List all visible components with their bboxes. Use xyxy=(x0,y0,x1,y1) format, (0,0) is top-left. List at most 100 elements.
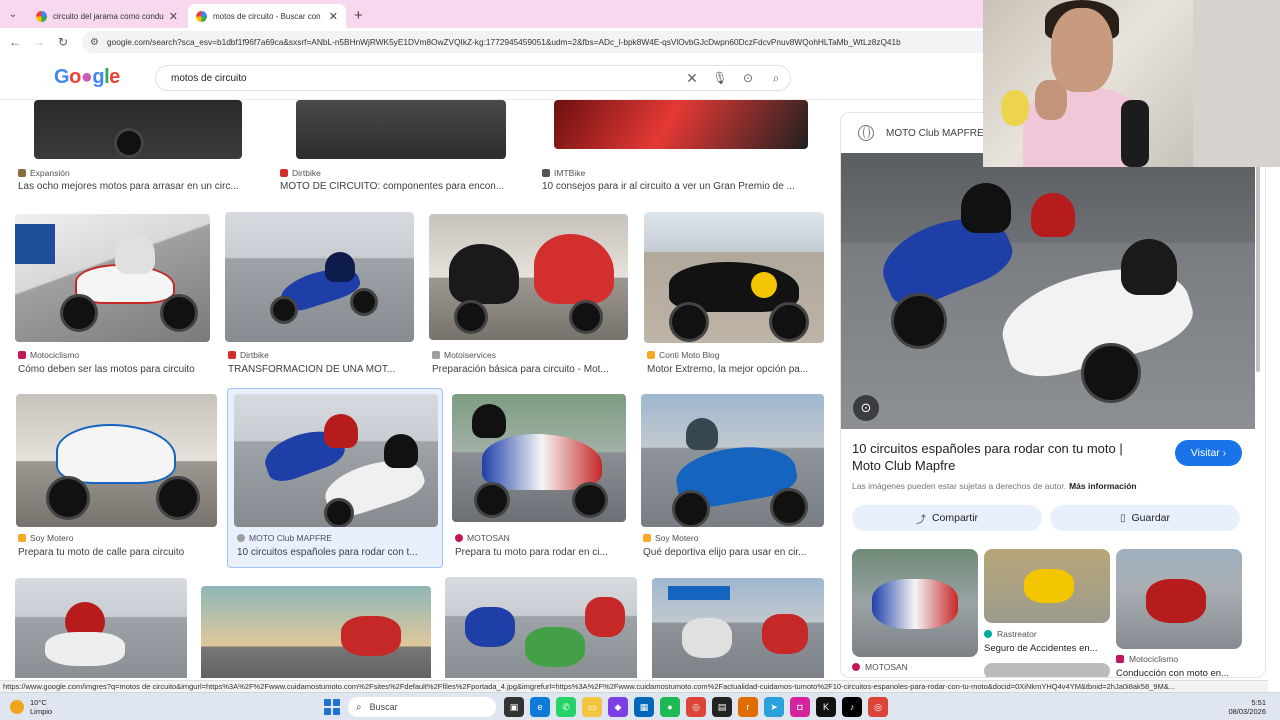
result-card[interactable]: MOTOSAN Prepara tu moto para rodar en ci… xyxy=(451,392,631,564)
result-card[interactable]: Expansión Las ocho mejores motos para ar… xyxy=(14,100,264,192)
result-image[interactable] xyxy=(15,214,210,342)
result-card[interactable] xyxy=(651,576,827,678)
result-source: IMTBike xyxy=(542,168,585,178)
rtve-icon[interactable]: r xyxy=(738,697,758,717)
result-image[interactable] xyxy=(296,100,506,159)
related-image[interactable] xyxy=(1116,549,1242,649)
google-doodle-logo[interactable]: Go●gle xyxy=(54,66,120,89)
camera-lens-icon[interactable]: ⊙ xyxy=(734,71,762,85)
search-box[interactable]: motos de circuito ✕ 🎙 ⊙ ⌕ xyxy=(155,65,791,91)
save-button[interactable]: ▯ Guardar xyxy=(1050,505,1240,531)
share-button[interactable]: ⤴ Compartir xyxy=(852,505,1042,531)
result-image[interactable] xyxy=(644,212,824,343)
search-icon: ⌕ xyxy=(356,701,362,713)
site-info-icon[interactable]: ⚙ xyxy=(90,37,99,48)
result-card[interactable] xyxy=(444,576,638,678)
result-card[interactable]: Motociclismo Cómo deben ser las motos pa… xyxy=(14,212,214,382)
address-bar[interactable]: ⚙ google.com/search?sca_esv=b1dbf1f96f7a… xyxy=(82,31,1002,53)
whatsapp-icon[interactable]: ✆ xyxy=(556,697,576,717)
tiktok-icon[interactable]: ♪ xyxy=(842,697,862,717)
copyright-notice: Las imágenes pueden estar sujetas a dere… xyxy=(852,481,1137,491)
clipchamp-icon[interactable]: ◆ xyxy=(608,697,628,717)
result-source: Soy Motero xyxy=(18,533,73,543)
result-card[interactable]: Conti Moto Blog Motor Extremo, la mejor … xyxy=(643,212,828,382)
more-info-link[interactable]: Más información xyxy=(1069,481,1137,491)
moon-icon xyxy=(10,700,24,714)
result-title: 10 consejos para ir al circuito a ver un… xyxy=(542,181,795,192)
result-card[interactable]: Soy Motero Prepara tu moto de calle para… xyxy=(14,392,222,564)
result-image[interactable] xyxy=(16,394,217,527)
result-card[interactable] xyxy=(14,576,188,678)
result-card[interactable]: Motoiservices Preparación básica para ci… xyxy=(428,212,633,382)
tab-search-icon[interactable]: ⌄ xyxy=(0,0,26,28)
kick-icon[interactable]: K xyxy=(816,697,836,717)
result-title: Las ocho mejores motos para arrasar en u… xyxy=(18,181,239,192)
result-title: Qué deportiva elijo para usar en cir... xyxy=(643,547,807,558)
panel-scrollbar[interactable] xyxy=(1254,112,1262,678)
result-image[interactable] xyxy=(34,100,242,159)
store-icon[interactable]: ▦ xyxy=(634,697,654,717)
file-explorer-icon[interactable]: ▭ xyxy=(582,697,602,717)
instagram-icon[interactable]: ◘ xyxy=(790,697,810,717)
related-title[interactable]: Conducción con moto en... xyxy=(1116,668,1229,677)
tab-motos-de-circuito[interactable]: motos de circuito - Buscar con ✕ xyxy=(188,4,346,28)
clear-icon[interactable]: ✕ xyxy=(678,70,706,87)
start-button-icon[interactable] xyxy=(324,699,340,715)
result-card[interactable]: Soy Motero Qué deportiva elijo para usar… xyxy=(639,392,829,564)
panel-site-name[interactable]: MOTO Club MAPFRE xyxy=(886,128,984,139)
result-source: MOTO Club MAPFRE xyxy=(237,533,332,543)
chrome-icon[interactable]: ◎ xyxy=(686,697,706,717)
preview-title[interactable]: 10 circuitos españoles para rodar con tu… xyxy=(852,440,1152,474)
google-lens-icon[interactable]: ⊙ xyxy=(853,395,879,421)
related-source: Rastreator xyxy=(984,629,1037,639)
chrome-profile-icon[interactable]: ◎ xyxy=(868,697,888,717)
temperature: 10°C xyxy=(30,698,47,707)
tab-label: circuito del jarama como condu xyxy=(53,11,164,21)
reload-icon[interactable]: ↻ xyxy=(51,35,75,49)
result-image[interactable] xyxy=(234,394,438,527)
result-image[interactable] xyxy=(15,578,187,678)
result-image[interactable] xyxy=(429,214,628,340)
result-card[interactable] xyxy=(200,576,432,678)
related-title[interactable]: Seguro de Accidentes en... xyxy=(984,643,1098,654)
result-card-selected[interactable]: MOTO Club MAPFRE 10 circuitos españoles … xyxy=(227,388,443,568)
new-tab-button[interactable]: + xyxy=(354,4,363,28)
edge-icon[interactable]: e xyxy=(530,697,550,717)
result-image[interactable] xyxy=(652,578,824,678)
result-card[interactable]: Dirtbike MOTO DE CIRCUITO: componentes p… xyxy=(276,100,526,192)
close-tab-icon[interactable]: ✕ xyxy=(329,10,338,23)
bookmark-icon: ▯ xyxy=(1119,512,1126,524)
taskbar-search[interactable]: ⌕ Buscar xyxy=(348,697,496,717)
preview-image[interactable]: ⊙ xyxy=(841,153,1255,429)
telegram-icon[interactable]: ➤ xyxy=(764,697,784,717)
search-input[interactable]: motos de circuito xyxy=(171,73,678,84)
image-preview-panel: MOTO Club MAPFRE ⊙ 10 circuitos españole… xyxy=(840,112,1266,678)
weather-widget[interactable]: 10°C Limpio xyxy=(10,698,52,716)
close-tab-icon[interactable]: ✕ xyxy=(169,10,178,23)
related-image[interactable] xyxy=(984,663,1110,677)
obs-icon[interactable]: ▤ xyxy=(712,697,732,717)
app-icon[interactable]: ● xyxy=(660,697,680,717)
webcam-overlay xyxy=(983,0,1280,167)
microphone-icon[interactable]: 🎙 xyxy=(706,71,734,85)
tab-circuito-jarama[interactable]: circuito del jarama como condu ✕ xyxy=(28,4,186,28)
result-source: Dirtbike xyxy=(228,350,269,360)
result-title: Cómo deben ser las motos para circuito xyxy=(18,364,195,375)
result-image[interactable] xyxy=(554,100,808,149)
visit-button[interactable]: Visitar › xyxy=(1175,440,1242,466)
task-view-icon[interactable]: ▣ xyxy=(504,697,524,717)
result-image[interactable] xyxy=(225,212,414,342)
back-arrow-icon[interactable]: ← xyxy=(3,35,27,49)
search-icon[interactable]: ⌕ xyxy=(762,71,790,86)
result-image[interactable] xyxy=(201,586,431,678)
forward-arrow-icon[interactable]: → xyxy=(27,35,51,49)
result-card[interactable]: Dirtbike TRANSFORMACION DE UNA MOT... xyxy=(224,212,418,382)
result-image[interactable] xyxy=(641,394,824,527)
result-source: Expansión xyxy=(18,168,70,178)
result-card[interactable]: IMTBike 10 consejos para ir al circuito … xyxy=(538,100,828,192)
related-image[interactable] xyxy=(984,549,1110,623)
result-image[interactable] xyxy=(452,394,626,522)
result-image[interactable] xyxy=(445,577,637,678)
related-image[interactable] xyxy=(852,549,978,657)
system-clock[interactable]: 5:51 08/03/2026 xyxy=(1228,698,1266,716)
